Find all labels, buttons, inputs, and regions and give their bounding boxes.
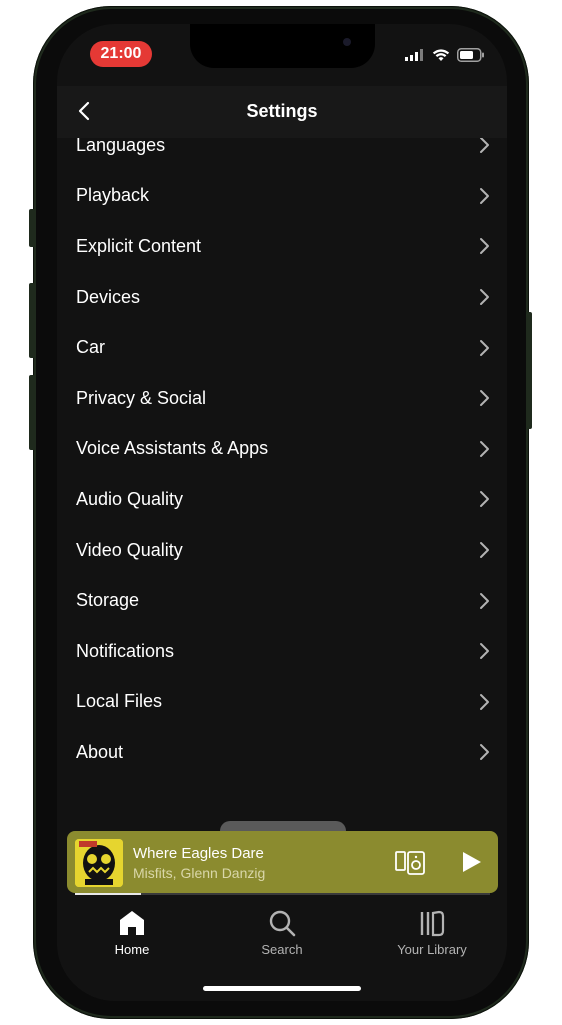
settings-item-notifications[interactable]: Notifications — [57, 626, 507, 677]
chevron-right-icon — [480, 138, 489, 154]
settings-item-label: Notifications — [76, 640, 175, 661]
battery-icon — [457, 48, 484, 62]
settings-item-label: Playback — [76, 185, 150, 206]
status-bar: 21:00 — [57, 24, 507, 86]
chevron-right-icon — [480, 592, 489, 609]
play-icon — [463, 852, 481, 872]
settings-item-about[interactable]: About — [57, 727, 507, 778]
home-indicator[interactable] — [203, 986, 361, 991]
settings-item-languages[interactable]: Languages — [57, 138, 507, 171]
settings-item-privacy-and-social[interactable]: Privacy & Social — [57, 373, 507, 424]
chevron-right-icon — [480, 390, 489, 407]
settings-scroll-area[interactable]: Languages Playback Explicit Content Devices… — [57, 138, 507, 838]
chevron-right-icon — [480, 542, 489, 559]
chevron-right-icon — [480, 744, 489, 761]
settings-item-label: Video Quality — [76, 539, 183, 560]
volume-down-button — [29, 375, 35, 450]
chevron-right-icon — [480, 693, 489, 710]
settings-item-label: Local Files — [76, 691, 163, 712]
front-camera — [343, 38, 351, 46]
chevron-right-icon — [480, 643, 489, 660]
settings-item-local-files[interactable]: Local Files — [57, 677, 507, 728]
track-artist[interactable]: Misfits, Glenn Danzig — [133, 865, 265, 881]
play-button[interactable] — [457, 848, 485, 876]
chevron-right-icon — [480, 491, 489, 508]
album-art — [75, 839, 123, 887]
home-icon — [120, 911, 144, 935]
notch — [190, 24, 375, 68]
settings-item-explicit-content[interactable]: Explicit Content — [57, 221, 507, 272]
wifi-icon — [432, 48, 450, 61]
volume-up-button — [29, 283, 35, 358]
playback-progress-fill — [75, 893, 142, 895]
settings-item-label: Audio Quality — [76, 488, 184, 509]
tab-home[interactable]: Home — [82, 908, 182, 957]
settings-item-voice-assistants-and-apps[interactable]: Voice Assistants & Apps — [57, 424, 507, 475]
connect-devices-button[interactable] — [394, 849, 426, 877]
settings-item-label: Privacy & Social — [76, 387, 207, 408]
settings-item-devices[interactable]: Devices — [57, 272, 507, 323]
chevron-right-icon — [480, 187, 489, 204]
now-playing-bar[interactable]: Where Eagles Dare Misfits, Glenn Danzig — [67, 831, 498, 893]
settings-item-car[interactable]: Car — [57, 322, 507, 373]
settings-item-storage[interactable]: Storage — [57, 575, 507, 626]
settings-item-label: Car — [76, 337, 106, 358]
track-title[interactable]: Where Eagles Dare — [133, 845, 264, 862]
settings-item-label: About — [76, 741, 124, 762]
library-icon — [420, 910, 445, 937]
settings-item-label: Devices — [76, 286, 141, 307]
tab-library[interactable]: Your Library — [382, 908, 482, 957]
chevron-right-icon — [480, 289, 489, 306]
settings-item-label: Explicit Content — [76, 235, 202, 256]
screen: 21:00 Languages Playback Explicit Conten… — [57, 24, 507, 1001]
devices-icon — [395, 851, 425, 875]
settings-item-video-quality[interactable]: Video Quality — [57, 525, 507, 576]
settings-item-audio-quality[interactable]: Audio Quality — [57, 474, 507, 525]
chevron-right-icon — [480, 440, 489, 457]
cellular-signal-icon — [405, 49, 423, 61]
tab-label: Home — [114, 942, 150, 957]
status-time: 21:00 — [90, 41, 152, 67]
page-title: Settings — [246, 101, 318, 121]
search-icon — [269, 910, 296, 937]
tab-search[interactable]: Search — [232, 908, 332, 957]
settings-header: Settings — [57, 86, 507, 138]
settings-item-label: Storage — [76, 590, 140, 611]
mute-switch — [29, 209, 35, 247]
settings-item-playback[interactable]: Playback — [57, 171, 507, 222]
power-button — [526, 312, 532, 429]
chevron-right-icon — [480, 238, 489, 255]
settings-item-label: Languages — [76, 138, 166, 155]
settings-item-label: Voice Assistants & Apps — [76, 438, 269, 459]
chevron-right-icon — [480, 339, 489, 356]
settings-list: Languages Playback Explicit Content Devices… — [57, 138, 507, 778]
tab-label: Search — [261, 942, 303, 957]
playback-progress — [75, 893, 490, 895]
tab-label: Your Library — [397, 942, 467, 957]
status-icons — [405, 48, 485, 62]
